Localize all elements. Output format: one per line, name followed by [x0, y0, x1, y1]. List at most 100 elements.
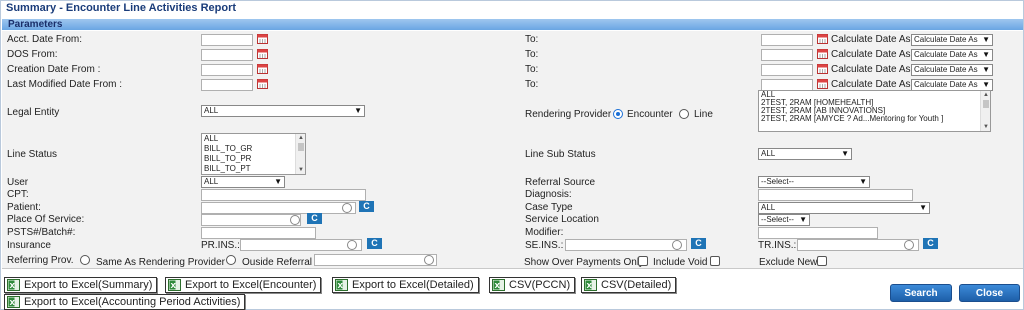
search-icon[interactable]: [290, 215, 300, 225]
calendar-icon[interactable]: [257, 63, 268, 74]
search-button[interactable]: Search: [890, 284, 952, 302]
csv-detailed-button[interactable]: X CSV(Detailed): [581, 277, 677, 293]
scrollbar[interactable]: ▲ ▼: [295, 134, 305, 174]
csv-pccn-button[interactable]: X CSV(PCCN): [489, 277, 576, 293]
exclude-new-checkbox[interactable]: [817, 256, 827, 266]
outside-referral-radio[interactable]: [226, 255, 236, 265]
export-encounter-button[interactable]: X Export to Excel(Encounter): [165, 277, 322, 293]
outside-referral-input[interactable]: [314, 254, 437, 266]
secondary-insurance-input[interactable]: [565, 239, 687, 251]
dos-from-input[interactable]: [201, 49, 253, 61]
modifier-input[interactable]: [758, 227, 878, 239]
search-icon[interactable]: [424, 255, 434, 265]
search-icon[interactable]: [347, 240, 357, 250]
calendar-icon[interactable]: [817, 63, 828, 74]
calendar-icon[interactable]: [257, 78, 268, 89]
scroll-thumb[interactable]: [983, 100, 989, 108]
list-item[interactable]: ALL: [202, 135, 305, 143]
csv-pccn-label: CSV(PCCN): [509, 279, 571, 291]
scroll-up-icon[interactable]: ▲: [296, 134, 305, 142]
calc-date-value: Calculate Date As: [914, 65, 978, 74]
line-status-label: Line Status: [7, 149, 58, 160]
calc-date-value: Calculate Date As: [914, 35, 978, 44]
service-location-label: Service Location: [525, 214, 599, 225]
calc-date-select[interactable]: Calculate Date As ▼: [911, 64, 993, 76]
scrollbar[interactable]: ▲ ▼: [980, 91, 990, 131]
primary-insurance-clear-button[interactable]: C: [367, 238, 382, 249]
show-over-payments-checkbox[interactable]: [638, 256, 648, 266]
calc-date-select[interactable]: Calculate Date As ▼: [911, 49, 993, 61]
export-accounting-period-button[interactable]: X Export to Excel(Accounting Period Acti…: [4, 294, 246, 310]
creation-date-to-input[interactable]: [761, 64, 813, 76]
export-detailed-button[interactable]: X Export to Excel(Detailed): [332, 277, 479, 293]
place-of-service-input[interactable]: [201, 214, 301, 226]
dos-from-label: DOS From:: [7, 49, 58, 60]
chevron-down-icon: ▼: [354, 106, 362, 115]
chevron-down-icon: ▼: [982, 50, 990, 59]
acct-date-from-input[interactable]: [201, 34, 253, 46]
calendar-icon[interactable]: [257, 33, 268, 44]
outside-referral-label: Ouside Referral: [242, 257, 313, 268]
close-button[interactable]: Close: [959, 284, 1020, 302]
cpt-label: CPT:: [7, 189, 29, 200]
line-status-list[interactable]: ALL BILL_TO_GR BILL_TO_PR BILL_TO_PT ▲ ▼: [201, 133, 306, 175]
patient-input[interactable]: [201, 202, 356, 214]
rendering-line-radio[interactable]: [679, 109, 689, 119]
same-as-rendering-radio[interactable]: [80, 255, 90, 265]
tertiary-insurance-clear-button[interactable]: C: [923, 238, 938, 249]
calendar-icon[interactable]: [817, 33, 828, 44]
search-icon[interactable]: [672, 240, 682, 250]
include-void-checkbox[interactable]: [710, 256, 720, 266]
service-location-select[interactable]: --Select-- ▼: [758, 214, 810, 226]
scroll-down-icon[interactable]: ▼: [981, 123, 990, 131]
search-icon[interactable]: [904, 240, 914, 250]
list-item[interactable]: BILL_TO_PR: [202, 155, 305, 163]
list-item[interactable]: BILL_TO_PT: [202, 165, 305, 173]
scroll-thumb[interactable]: [298, 143, 304, 151]
user-select[interactable]: ALL ▼: [201, 176, 285, 188]
psts-batch-input[interactable]: [201, 227, 316, 239]
list-item[interactable]: 2TEST, 2RAM [AMYCE ? Ad...Mentoring for …: [759, 115, 990, 123]
export-summary-button[interactable]: X Export to Excel(Summary): [4, 277, 158, 293]
list-item[interactable]: BILL_TO_GR: [202, 145, 305, 153]
calc-date-select[interactable]: Calculate Date As ▼: [911, 34, 993, 46]
last-modified-to-label: To:: [525, 79, 539, 90]
line-sub-status-select[interactable]: ALL ▼: [758, 148, 852, 160]
export-detailed-label: Export to Excel(Detailed): [352, 279, 474, 291]
secondary-insurance-clear-button[interactable]: C: [691, 238, 706, 249]
scroll-down-icon[interactable]: ▼: [296, 166, 305, 174]
rendering-provider-list[interactable]: ALL 2TEST, 2RAM [HOMEHEALTH] 2TEST, 2RAM…: [758, 90, 991, 132]
primary-insurance-input[interactable]: [240, 239, 362, 251]
calendar-icon[interactable]: [817, 48, 828, 59]
legal-entity-select[interactable]: ALL ▼: [201, 105, 365, 117]
creation-date-from-input[interactable]: [201, 64, 253, 76]
scroll-up-icon[interactable]: ▲: [981, 91, 990, 99]
tertiary-insurance-input[interactable]: [797, 239, 919, 251]
creation-date-from-label: Creation Date From :: [7, 64, 101, 75]
dos-to-label: To:: [525, 49, 539, 60]
chevron-down-icon: ▼: [859, 177, 867, 186]
acct-date-to-input[interactable]: [761, 34, 813, 46]
dos-to-input[interactable]: [761, 49, 813, 61]
rendering-line-label: Line: [694, 109, 713, 120]
rendering-provider-label: Rendering Provider: [525, 109, 612, 120]
svg-text:X: X: [587, 282, 593, 290]
patient-clear-button[interactable]: C: [359, 201, 374, 212]
search-icon[interactable]: [342, 203, 352, 213]
calendar-icon[interactable]: [817, 78, 828, 89]
chevron-down-icon: ▼: [982, 80, 990, 89]
last-modified-from-input[interactable]: [201, 79, 253, 91]
calendar-icon[interactable]: [257, 48, 268, 59]
place-of-service-clear-button[interactable]: C: [307, 213, 322, 224]
cpt-input[interactable]: [201, 189, 366, 201]
excel-icon: X: [7, 279, 20, 291]
diagnosis-input[interactable]: [758, 189, 913, 201]
rendering-encounter-radio[interactable]: [613, 109, 623, 119]
primary-insurance-label: PR.INS.:: [201, 240, 240, 251]
show-over-payments-label: Show Over Payments Only: [524, 257, 645, 268]
case-type-select[interactable]: ALL ▼: [758, 202, 930, 214]
place-of-service-label: Place Of Service:: [7, 214, 85, 225]
referral-source-select[interactable]: --Select-- ▼: [758, 176, 870, 188]
insurance-label: Insurance: [7, 240, 51, 251]
csv-detailed-label: CSV(Detailed): [601, 279, 672, 291]
